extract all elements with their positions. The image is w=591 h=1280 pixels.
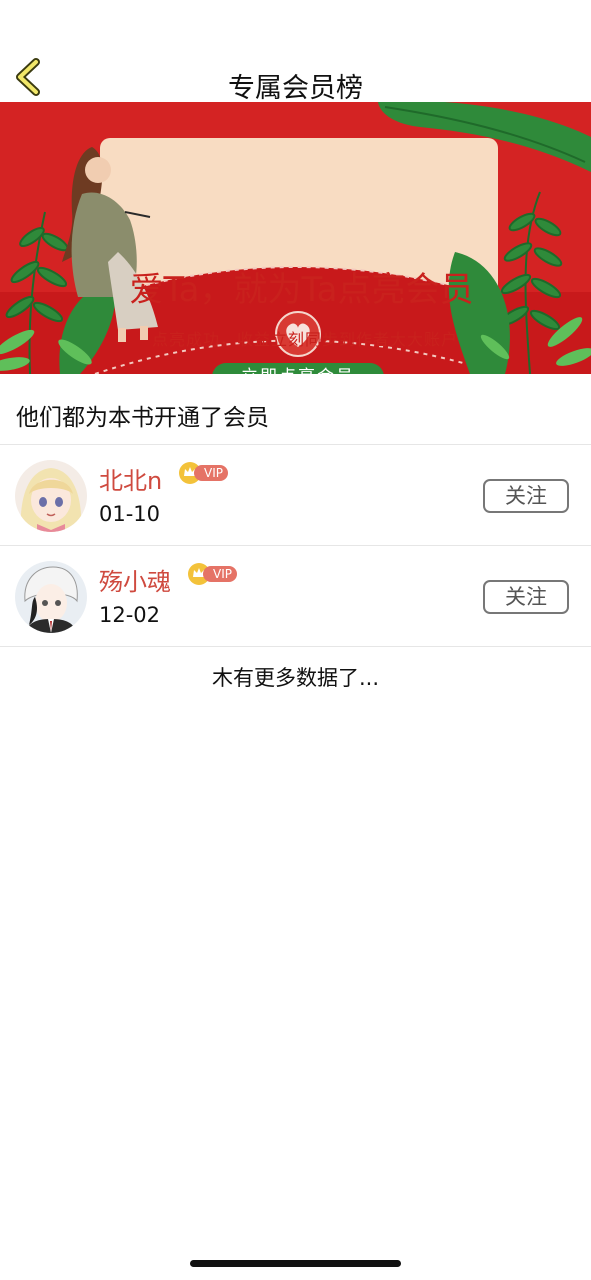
section-title: 他们都为本书开通了会员 — [16, 405, 269, 431]
navigation-bar: 专属会员榜 — [0, 0, 591, 104]
vip-label: VIP — [194, 465, 228, 481]
banner-subtitle: 点亮成功，收益立刻同步到作者大大账户 — [151, 330, 458, 349]
avatar-image-anime-boy — [15, 561, 87, 633]
activate-membership-button[interactable]: 立即点亮会员 — [212, 363, 384, 374]
divider — [0, 646, 591, 647]
promo-banner[interactable]: 爱Ta，就为Ta点亮会员 点亮成功，收益立刻同步到作者大大账户 立即点亮会员 — [0, 102, 591, 374]
vip-label: VIP — [203, 566, 237, 582]
page-title: 专属会员榜 — [228, 73, 363, 104]
no-more-data-text: 木有更多数据了... — [211, 666, 380, 690]
follow-button[interactable]: 关注 — [483, 479, 569, 513]
member-name: 北北n — [99, 467, 163, 495]
member-name: 殇小魂 — [99, 568, 171, 596]
avatar[interactable] — [15, 460, 87, 532]
banner-headline: 爱Ta，就为Ta点亮会员 — [129, 270, 474, 310]
member-row[interactable]: 殇小魂 VIP 12-02 关注 — [0, 546, 591, 646]
home-indicator[interactable] — [190, 1260, 401, 1267]
follow-button[interactable]: 关注 — [483, 580, 569, 614]
member-date: 12-02 — [99, 603, 161, 627]
avatar-image-anime-girl — [15, 460, 87, 532]
member-date: 01-10 — [99, 502, 161, 526]
avatar[interactable] — [15, 561, 87, 633]
member-row[interactable]: 北北n VIP 01-10 关注 — [0, 445, 591, 545]
